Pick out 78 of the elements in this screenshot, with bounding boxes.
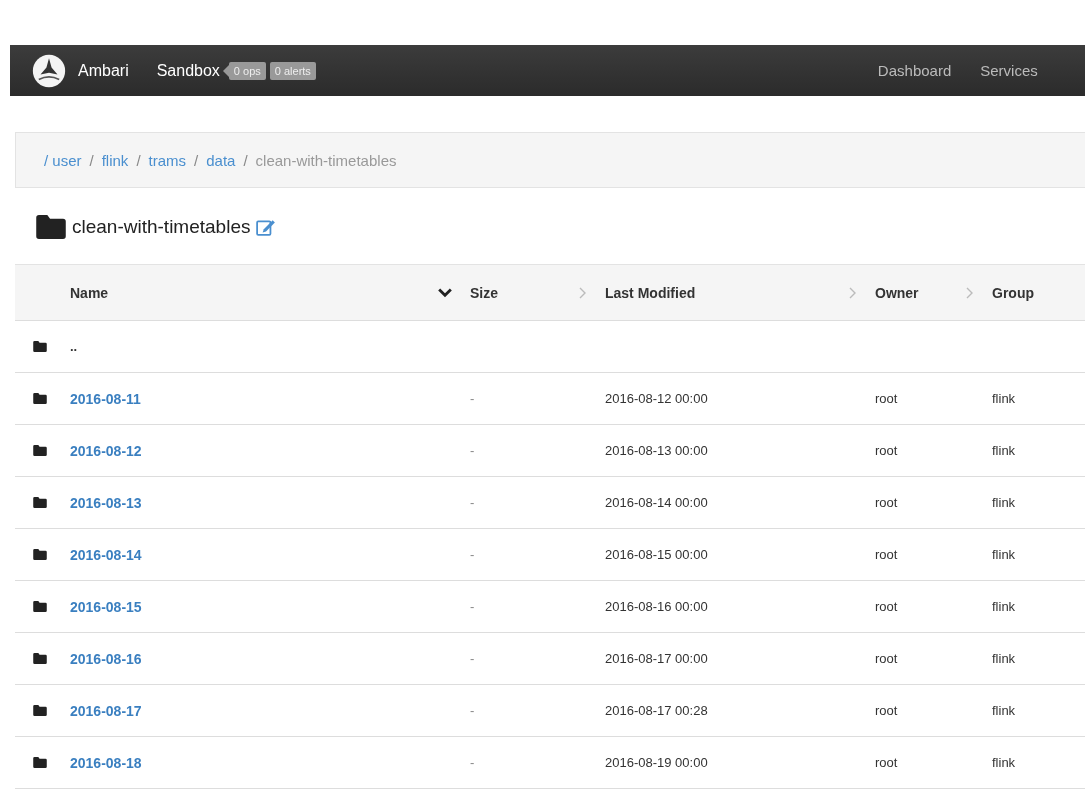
date-cell: 2016-08-17 00:00: [605, 651, 708, 666]
breadcrumb-current: clean-with-timetables: [255, 151, 397, 169]
date-cell: 2016-08-19 00:00: [605, 755, 708, 770]
date-cell: 2016-08-16 00:00: [605, 599, 708, 614]
date-cell: 2016-08-12 00:00: [605, 391, 708, 406]
breadcrumb-link[interactable]: trams: [148, 151, 187, 169]
nav-link[interactable]: Dashboard: [877, 62, 952, 79]
sort-icon[interactable]: [849, 286, 857, 299]
separator: /: [136, 151, 141, 169]
separator: /: [89, 151, 94, 169]
group-cell: flink: [992, 599, 1016, 614]
owner-cell: root: [875, 391, 898, 406]
folder-link[interactable]: 2016-08-12: [70, 442, 142, 459]
size-cell: -: [470, 599, 475, 614]
folder-link[interactable]: 2016-08-16: [70, 650, 142, 667]
owner-cell: root: [875, 495, 898, 510]
group-cell: flink: [992, 755, 1016, 770]
breadcrumb-link[interactable]: flink: [101, 151, 129, 169]
brand-name[interactable]: Ambari: [78, 61, 129, 80]
folder-link[interactable]: 2016-08-17: [70, 702, 142, 719]
folder-link[interactable]: 2016-08-13: [70, 494, 142, 511]
size-cell: -: [470, 495, 475, 510]
column-header[interactable]: Owner: [875, 284, 919, 301]
separator: /: [194, 151, 199, 169]
pointer-icon: [222, 64, 229, 77]
folder-icon: [33, 705, 47, 716]
folder-icon: [33, 653, 47, 664]
size-cell: -: [470, 755, 475, 770]
group-cell: flink: [992, 651, 1016, 666]
folder-icon: [33, 757, 47, 768]
parent-folder-link[interactable]: ..: [70, 339, 78, 354]
count-badge[interactable]: 0 alerts: [269, 61, 316, 80]
folder-icon: [33, 445, 47, 456]
date-cell: 2016-08-15 00:00: [605, 547, 708, 562]
size-cell: -: [470, 651, 475, 666]
folder-link[interactable]: 2016-08-14: [70, 546, 142, 563]
folder-icon: [33, 341, 47, 352]
group-cell: flink: [992, 443, 1016, 458]
owner-cell: root: [875, 755, 898, 770]
group-cell: flink: [992, 703, 1016, 718]
logo-icon: [32, 53, 66, 88]
folder-link[interactable]: 2016-08-15: [70, 598, 142, 615]
folder-icon: [33, 601, 47, 612]
edit-icon[interactable]: [256, 218, 277, 236]
column-header[interactable]: Last Modified: [605, 284, 696, 301]
folder-icon: [33, 393, 47, 404]
column-header[interactable]: Group: [992, 284, 1034, 301]
folder-link[interactable]: 2016-08-18: [70, 754, 142, 771]
breadcrumb-link[interactable]: / user: [44, 151, 82, 169]
size-cell: -: [470, 703, 475, 718]
column-header[interactable]: Name: [70, 284, 109, 301]
column-header[interactable]: Size: [470, 284, 498, 301]
date-cell: 2016-08-13 00:00: [605, 443, 708, 458]
breadcrumb-link[interactable]: data: [206, 151, 236, 169]
owner-cell: root: [875, 599, 898, 614]
size-cell: -: [470, 443, 475, 458]
date-cell: 2016-08-14 00:00: [605, 495, 708, 510]
sort-icon[interactable]: [579, 286, 587, 299]
sort-down-icon[interactable]: [438, 287, 452, 298]
group-cell: flink: [992, 495, 1016, 510]
owner-cell: root: [875, 651, 898, 666]
size-cell: -: [470, 547, 475, 562]
size-cell: -: [470, 391, 475, 406]
folder-link[interactable]: 2016-08-11: [70, 390, 141, 407]
folder-icon: [33, 549, 47, 560]
group-cell: flink: [992, 391, 1016, 406]
owner-cell: root: [875, 443, 898, 458]
cluster-name[interactable]: Sandbox: [156, 61, 220, 80]
folder-icon: [33, 497, 47, 508]
date-cell: 2016-08-17 00:28: [605, 703, 708, 718]
folder-title: clean-with-timetables: [72, 216, 251, 238]
folder-icon: [36, 215, 66, 239]
owner-cell: root: [875, 703, 898, 718]
owner-cell: root: [875, 547, 898, 562]
sort-icon[interactable]: [966, 286, 974, 299]
group-cell: flink: [992, 547, 1016, 562]
nav-link[interactable]: Services: [980, 62, 1038, 79]
separator: /: [243, 151, 248, 169]
